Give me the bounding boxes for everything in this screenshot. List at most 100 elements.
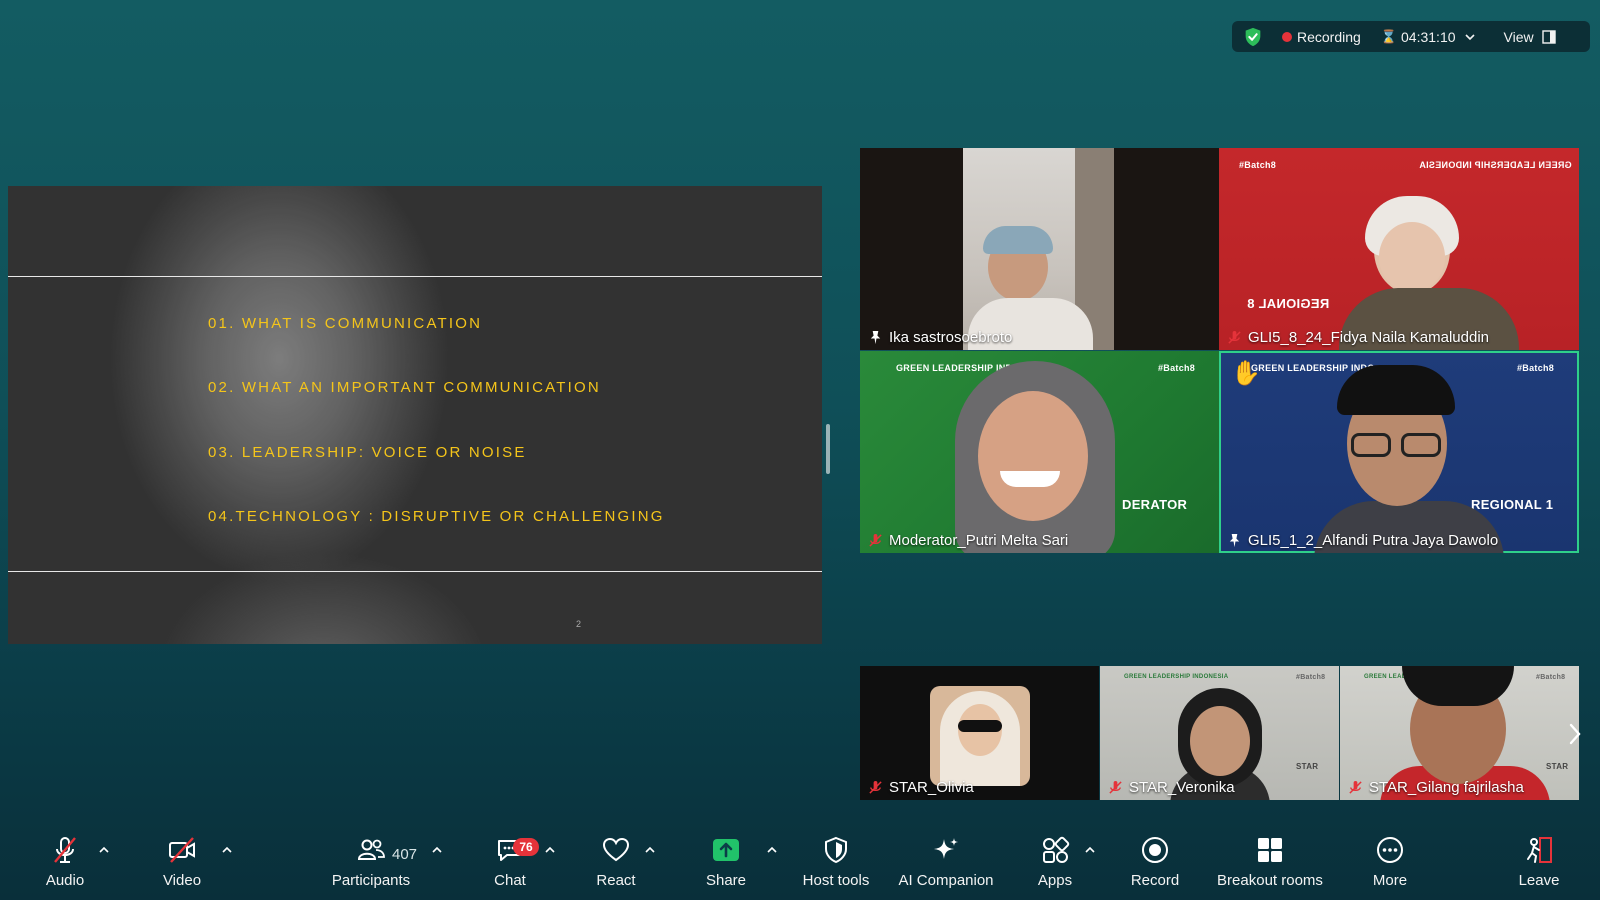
participant-name: STAR_Veronika bbox=[1108, 779, 1235, 796]
host-tools-button[interactable]: Host tools bbox=[798, 830, 874, 900]
video-tile-alfandi[interactable]: ✋ GREEN LEADERSHIP INDO #Batch8 REGIONAL… bbox=[1219, 351, 1579, 553]
camera-off-icon bbox=[169, 837, 195, 863]
chevron-up-icon[interactable] bbox=[1084, 844, 1096, 856]
mic-muted-icon bbox=[869, 780, 882, 794]
microphone-muted-icon bbox=[54, 837, 76, 863]
banner-region: DERATOR bbox=[1122, 497, 1188, 512]
meeting-timer[interactable]: 04:31:10 bbox=[1401, 29, 1456, 45]
leave-label: Leave bbox=[1518, 872, 1560, 889]
mic-muted-icon bbox=[1228, 330, 1241, 344]
resize-handle[interactable] bbox=[826, 424, 830, 474]
react-label: React bbox=[596, 872, 636, 889]
banner-tag: STAR bbox=[1296, 762, 1319, 771]
mic-muted-icon bbox=[1109, 780, 1122, 794]
encryption-shield-icon[interactable] bbox=[1242, 26, 1264, 48]
banner-batch: #Batch8 bbox=[1517, 363, 1555, 373]
leave-icon bbox=[1527, 837, 1552, 863]
slide-agenda-item-2: 02. WHAT AN IMPORTANT COMMUNICATION bbox=[208, 379, 601, 396]
share-screen-icon bbox=[713, 839, 739, 861]
video-tile-veronika[interactable]: GREEN LEADERSHIP INDONESIA #Batch8 STAR … bbox=[1100, 666, 1339, 800]
more-button[interactable]: More bbox=[1368, 830, 1412, 900]
shield-icon bbox=[825, 836, 847, 864]
slide-agenda-item-4: 04.TECHNOLOGY : DISRUPTIVE OR CHALLENGIN… bbox=[208, 508, 665, 525]
meeting-toolbar: Audio Video Participants 407 Chat 76 Rea… bbox=[0, 830, 1600, 900]
slide-agenda-item-1: 01. WHAT IS COMMUNICATION bbox=[208, 315, 483, 332]
chevron-up-icon[interactable] bbox=[644, 844, 656, 856]
apps-icon bbox=[1043, 836, 1070, 863]
breakout-rooms-label: Breakout rooms bbox=[1217, 872, 1323, 889]
more-icon bbox=[1377, 837, 1403, 863]
participants-icon bbox=[357, 839, 385, 860]
video-label: Video bbox=[162, 872, 202, 889]
gallery-view-icon[interactable] bbox=[1541, 29, 1556, 44]
participants-count: 407 bbox=[392, 846, 418, 863]
banner-org: GREEN LEADERSHIP INDONESIA bbox=[1124, 674, 1229, 680]
pin-icon bbox=[1229, 533, 1240, 548]
recording-dot-icon bbox=[1282, 31, 1292, 42]
chevron-up-icon[interactable] bbox=[221, 844, 233, 856]
video-tile-fidya[interactable]: #Batch8 GREEN LEADERSHIP INDONESIA REGIO… bbox=[1219, 148, 1579, 350]
participants-label: Participants bbox=[331, 872, 411, 889]
chevron-up-icon[interactable] bbox=[98, 844, 110, 856]
slide-background-portrait bbox=[8, 186, 548, 644]
more-label: More bbox=[1372, 872, 1408, 889]
shared-screen-slide: 01. WHAT IS COMMUNICATION 02. WHAT AN IM… bbox=[8, 186, 822, 644]
slide-divider-bottom bbox=[8, 571, 822, 572]
participants-button[interactable]: Participants bbox=[328, 830, 414, 900]
audio-button[interactable]: Audio bbox=[38, 830, 92, 900]
chevron-down-icon[interactable] bbox=[1464, 31, 1476, 43]
audio-label: Audio bbox=[45, 872, 85, 889]
video-tile-olivia[interactable]: STAR_Olivia bbox=[860, 666, 1099, 800]
view-button[interactable]: View bbox=[1504, 29, 1534, 45]
participant-name: Moderator_Putri Melta Sari bbox=[868, 532, 1068, 549]
chevron-right-icon[interactable] bbox=[1568, 722, 1582, 746]
participant-name: Ika sastrosoebroto bbox=[868, 329, 1012, 346]
banner-org: GREEN LEADERSHIP INDONESIA bbox=[1419, 160, 1572, 170]
record-label: Record bbox=[1130, 872, 1180, 889]
recording-label[interactable]: Recording bbox=[1297, 29, 1361, 45]
record-icon bbox=[1142, 837, 1168, 863]
breakout-rooms-button[interactable]: Breakout rooms bbox=[1214, 830, 1326, 900]
host-tools-label: Host tools bbox=[802, 872, 870, 889]
chevron-up-icon[interactable] bbox=[544, 844, 556, 856]
share-label: Share bbox=[705, 872, 747, 889]
share-button[interactable]: Share bbox=[704, 830, 748, 900]
slide-page-number: 2 bbox=[576, 619, 582, 629]
mic-muted-icon bbox=[1349, 780, 1362, 794]
meeting-status-bar: Recording ⌛ 04:31:10 View bbox=[1232, 21, 1590, 52]
apps-button[interactable]: Apps bbox=[1035, 830, 1075, 900]
video-tile-gilang[interactable]: GREEN LEADERSHIP #Batch8 STAR STAR_Gilan… bbox=[1340, 666, 1579, 800]
slide-divider-top bbox=[8, 276, 822, 277]
chat-label: Chat bbox=[494, 872, 526, 889]
chevron-up-icon[interactable] bbox=[766, 844, 778, 856]
video-feed bbox=[963, 148, 1114, 350]
video-button[interactable]: Video bbox=[156, 830, 208, 900]
banner-batch: #Batch8 bbox=[1296, 674, 1326, 681]
banner-batch: #Batch8 bbox=[1536, 674, 1566, 681]
ai-companion-label: AI Companion bbox=[898, 872, 994, 889]
hourglass-icon: ⌛ bbox=[1380, 28, 1398, 44]
banner-batch: #Batch8 bbox=[1158, 363, 1196, 373]
apps-label: Apps bbox=[1037, 872, 1073, 889]
video-tile-ika[interactable]: Ika sastrosoebroto bbox=[860, 148, 1219, 350]
participant-name: GLI5_1_2_Alfandi Putra Jaya Dawolo bbox=[1227, 532, 1498, 549]
sparkle-icon bbox=[934, 838, 958, 859]
banner-region: REGIONAL 1 bbox=[1471, 497, 1554, 512]
participant-name: GLI5_8_24_Fidya Naila Kamaluddin bbox=[1227, 329, 1489, 346]
video-tile-putri[interactable]: GREEN LEADERSHIP INDO #Batch8 DERATOR Mo… bbox=[860, 351, 1219, 553]
heart-icon bbox=[602, 837, 630, 862]
profile-picture bbox=[930, 686, 1030, 786]
chat-unread-badge: 76 bbox=[513, 838, 539, 856]
banner-batch: #Batch8 bbox=[1239, 160, 1277, 170]
ai-companion-button[interactable]: AI Companion bbox=[894, 830, 998, 900]
record-button[interactable]: Record bbox=[1130, 830, 1180, 900]
breakout-rooms-icon bbox=[1258, 838, 1282, 862]
react-button[interactable]: React bbox=[594, 830, 638, 900]
slide-agenda-item-3: 03. LEADERSHIP: VOICE OR NOISE bbox=[208, 444, 527, 461]
banner-tag: STAR bbox=[1546, 762, 1569, 771]
participant-name: STAR_Gilang fajrilasha bbox=[1348, 779, 1524, 796]
participant-name: STAR_Olivia bbox=[868, 779, 974, 796]
banner-region: REGIONAL 8 bbox=[1247, 296, 1330, 311]
chevron-up-icon[interactable] bbox=[431, 844, 443, 856]
leave-button[interactable]: Leave bbox=[1519, 830, 1559, 900]
